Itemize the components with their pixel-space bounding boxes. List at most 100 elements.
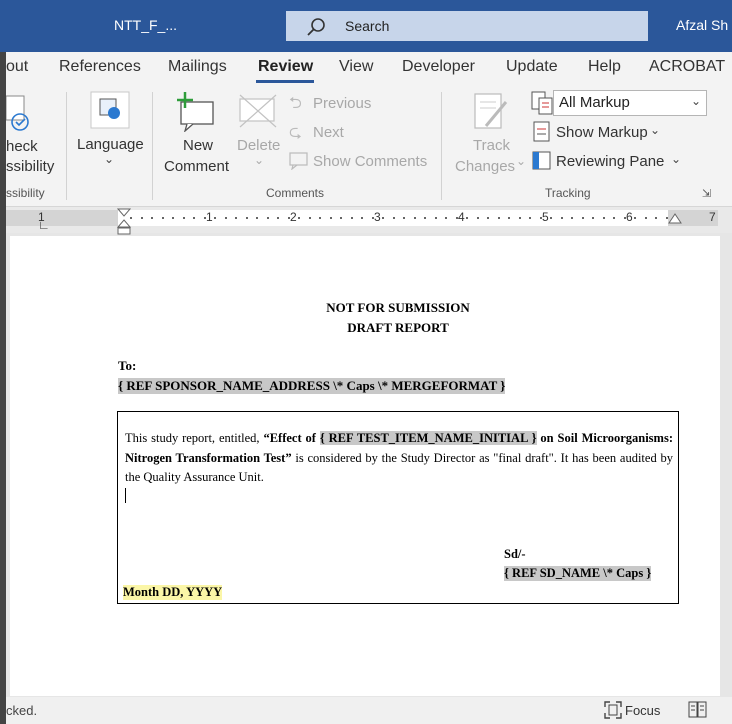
new-comment-icon[interactable]: [177, 92, 217, 132]
reviewing-pane-icon: [532, 151, 551, 170]
tab-developer[interactable]: Developer: [402, 58, 475, 76]
heading-draft-report: DRAFT REPORT: [347, 320, 449, 335]
ruler-tick: [435, 217, 437, 219]
ribbon-tabs: out References Mailings Review View Deve…: [6, 52, 732, 84]
document-title: NTT_F_...: [114, 17, 178, 33]
search-icon: [307, 18, 325, 36]
track-changes-line2: Changes: [455, 158, 516, 175]
text-cursor: [125, 488, 126, 503]
ruler-tick: [256, 217, 258, 219]
ruler-tick: [393, 217, 395, 219]
search-input[interactable]: Search: [286, 11, 648, 41]
user-name[interactable]: Afzal Sh: [676, 17, 728, 33]
status-text: cked.: [6, 703, 38, 718]
check-accessibility-line1[interactable]: heck: [6, 136, 38, 157]
ruler-tick: [508, 217, 510, 219]
ruler-tick: [540, 217, 542, 219]
indent-marker-icon[interactable]: [117, 208, 131, 236]
ruler-tick: [666, 217, 668, 219]
ruler-tick: [529, 217, 531, 219]
ruler-tick: [172, 217, 174, 219]
check-accessibility-icon[interactable]: [6, 94, 36, 134]
tab-mailings[interactable]: Mailings: [168, 58, 227, 76]
tab-review[interactable]: Review: [258, 58, 313, 76]
ruler-tick: [340, 217, 342, 219]
right-indent-marker-icon[interactable]: [668, 212, 682, 226]
new-comment-line2[interactable]: Comment: [164, 156, 229, 177]
ruler-tick: [130, 217, 132, 219]
dialog-launcher-icon[interactable]: ⇲: [702, 187, 711, 200]
focus-button[interactable]: Focus: [625, 703, 660, 718]
ruler-tick: [456, 217, 458, 219]
ruler-left-margin: [6, 210, 118, 226]
previous-comment-button: Previous: [313, 95, 372, 112]
ribbon-separator: [441, 92, 442, 200]
display-for-review-select[interactable]: All Markup ⌄: [553, 90, 707, 116]
ruler-tick: [645, 217, 647, 219]
ruler-tick: [561, 217, 563, 219]
test-item-name-field[interactable]: { REF TEST_ITEM_NAME_INITIAL }: [319, 431, 537, 445]
sponsor-name-field[interactable]: { REF SPONSOR_NAME_ADDRESS \* Caps \* ME…: [118, 378, 506, 394]
sd-label: Sd/-: [504, 547, 526, 561]
tab-help[interactable]: Help: [588, 58, 621, 76]
chevron-down-icon[interactable]: ⌄: [691, 94, 701, 108]
active-tab-indicator: [256, 80, 314, 83]
ruler-tick: [351, 217, 353, 219]
tab-acrobat[interactable]: ACROBAT: [649, 58, 725, 76]
group-label-tracking: Tracking: [545, 186, 591, 200]
ribbon-separator: [152, 92, 153, 200]
date-placeholder[interactable]: Month DD, YYYY: [123, 585, 223, 600]
sd-name-field[interactable]: { REF SD_NAME \* Caps }: [504, 566, 652, 581]
ruler-tick: [603, 217, 605, 219]
previous-comment-icon: ⮌: [289, 95, 302, 112]
ruler-tick: [382, 217, 384, 219]
reviewing-pane-button[interactable]: Reviewing Pane: [556, 151, 664, 172]
show-markup-button[interactable]: Show Markup: [556, 122, 648, 143]
display-for-review-icon: [531, 91, 553, 115]
language-icon[interactable]: [90, 91, 130, 129]
read-mode-icon[interactable]: [688, 700, 708, 720]
ruler-tick: [246, 217, 248, 219]
ruler-tick: [477, 217, 479, 219]
chevron-down-icon: ⌄: [516, 154, 527, 168]
ruler-tick: [445, 217, 447, 219]
para-text: This study report, entitled,: [125, 431, 264, 445]
ruler-number: 1: [206, 210, 213, 224]
ruler-tick: [235, 217, 237, 219]
ruler-tick: [288, 217, 290, 219]
tab-stop-icon[interactable]: ∟: [38, 218, 50, 232]
ruler-tick: [498, 217, 500, 219]
ruler-tick: [193, 217, 195, 219]
check-accessibility-line2[interactable]: ssibility: [6, 156, 54, 177]
chevron-down-icon[interactable]: ⌄: [650, 123, 660, 137]
tab-update[interactable]: Update: [506, 58, 558, 76]
ruler-tick: [361, 217, 363, 219]
ruler-tick: [571, 217, 573, 219]
ruler-tick: [655, 217, 657, 219]
show-markup-icon: [533, 121, 550, 142]
para-title-part1: “Effect of: [263, 431, 320, 445]
ruler-tick: [309, 217, 311, 219]
ruler-tick: [613, 217, 615, 219]
chevron-down-icon[interactable]: ⌄: [104, 152, 114, 166]
ruler-tick: [519, 217, 521, 219]
next-comment-button: Next: [313, 124, 344, 141]
ruler-tick: [330, 217, 332, 219]
new-comment-line1[interactable]: New: [183, 135, 213, 156]
search-placeholder: Search: [345, 18, 390, 34]
to-label: To:: [118, 358, 137, 373]
show-comments-button: Show Comments: [313, 153, 428, 170]
ruler-tick: [225, 217, 227, 219]
ruler-number: 3: [374, 210, 381, 224]
tab-view[interactable]: View: [339, 58, 373, 76]
tab-layout[interactable]: out: [6, 58, 28, 76]
ruler-number: 7: [709, 210, 716, 224]
statement-paragraph[interactable]: This study report, entitled, “Effect of …: [125, 429, 673, 488]
ribbon-separator: [66, 92, 67, 200]
ruler-tick: [319, 217, 321, 219]
ruler-number: 4: [458, 210, 465, 224]
focus-icon[interactable]: [603, 700, 623, 720]
chevron-down-icon[interactable]: ⌄: [671, 152, 681, 166]
tab-references[interactable]: References: [59, 58, 141, 76]
delete-comment-icon: [239, 94, 277, 128]
